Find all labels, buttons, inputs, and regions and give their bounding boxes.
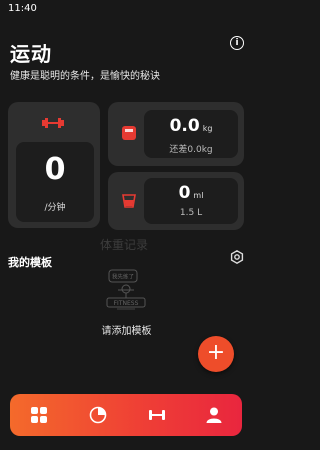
weight-value: 0.0 xyxy=(169,116,200,136)
water-unit: ml xyxy=(193,191,204,200)
exercise-unit: /分钟 xyxy=(44,203,66,213)
weight-inner: 0.0 kg 还差0.0kg xyxy=(144,110,238,158)
pie-chart-icon[interactable] xyxy=(89,406,107,424)
exercise-value: 0 xyxy=(44,152,66,187)
exercise-inner: 0 /分钟 xyxy=(16,142,94,222)
bubble-text: 我先练了 xyxy=(112,273,134,281)
water-value-row: 0 ml xyxy=(144,183,238,203)
dumbbell-icon[interactable] xyxy=(148,406,166,424)
weight-unit: kg xyxy=(202,124,213,133)
weight-caption: 还差0.0kg xyxy=(169,145,213,155)
page-title: 运动 xyxy=(10,42,52,66)
weight-card[interactable]: 0.0 kg 还差0.0kg xyxy=(108,102,244,166)
settings-icon[interactable] xyxy=(230,250,244,264)
scale-icon xyxy=(122,126,136,140)
water-inner: 0 ml 1.5 L xyxy=(144,178,238,224)
fitness-label: FITNESS xyxy=(114,300,139,307)
watermark-text: 体重记录 xyxy=(100,238,149,252)
grid-icon[interactable] xyxy=(30,406,48,424)
add-template-button[interactable]: + xyxy=(198,336,234,372)
water-card[interactable]: 0 ml 1.5 L xyxy=(108,172,244,230)
weight-value-row: 0.0 kg xyxy=(144,116,238,136)
water-value: 0 xyxy=(178,183,191,203)
dumbbell-icon xyxy=(42,118,64,128)
person-icon[interactable] xyxy=(205,406,223,424)
bottom-nav xyxy=(10,394,242,436)
info-icon[interactable]: i xyxy=(230,36,244,50)
page-subtitle: 健康是聪明的条件，是愉快的秘诀 xyxy=(10,71,160,82)
fitness-illustration-icon: 我先练了 FITNESS xyxy=(106,269,146,310)
empty-templates-text: 请添加模板 xyxy=(101,326,152,337)
status-time: 11:40 xyxy=(8,3,37,14)
water-cup-icon xyxy=(122,194,136,208)
water-caption: 1.5 L xyxy=(179,208,203,218)
exercise-card[interactable]: 0 /分钟 xyxy=(8,102,100,228)
templates-title: 我的模板 xyxy=(8,256,52,269)
